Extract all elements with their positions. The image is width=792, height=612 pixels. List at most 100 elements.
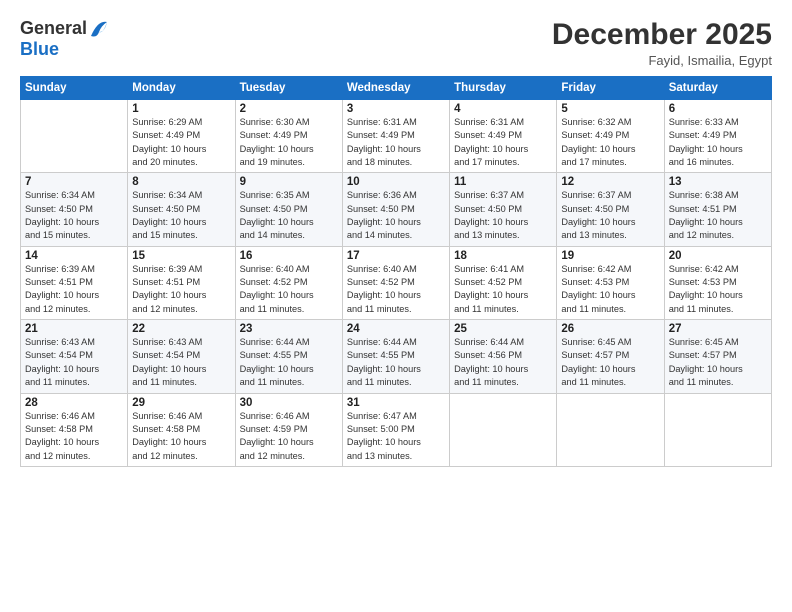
- day-number: 13: [669, 176, 767, 188]
- day-number: 20: [669, 250, 767, 262]
- day-info: Sunrise: 6:31 AM Sunset: 4:49 PM Dayligh…: [347, 116, 445, 169]
- day-info: Sunrise: 6:46 AM Sunset: 4:58 PM Dayligh…: [132, 410, 230, 463]
- day-info: Sunrise: 6:30 AM Sunset: 4:49 PM Dayligh…: [240, 116, 338, 169]
- table-cell: 6Sunrise: 6:33 AM Sunset: 4:49 PM Daylig…: [664, 100, 771, 173]
- day-number: 8: [132, 176, 230, 188]
- day-number: 3: [347, 103, 445, 115]
- day-info: Sunrise: 6:46 AM Sunset: 4:58 PM Dayligh…: [25, 410, 123, 463]
- day-number: 19: [561, 250, 659, 262]
- table-cell: 19Sunrise: 6:42 AM Sunset: 4:53 PM Dayli…: [557, 246, 664, 319]
- table-cell: 17Sunrise: 6:40 AM Sunset: 4:52 PM Dayli…: [342, 246, 449, 319]
- day-number: 26: [561, 323, 659, 335]
- col-tuesday: Tuesday: [235, 77, 342, 100]
- table-cell: 8Sunrise: 6:34 AM Sunset: 4:50 PM Daylig…: [128, 173, 235, 246]
- day-info: Sunrise: 6:47 AM Sunset: 5:00 PM Dayligh…: [347, 410, 445, 463]
- day-info: Sunrise: 6:45 AM Sunset: 4:57 PM Dayligh…: [561, 336, 659, 389]
- week-row-2: 7Sunrise: 6:34 AM Sunset: 4:50 PM Daylig…: [21, 173, 772, 246]
- day-number: 4: [454, 103, 552, 115]
- table-cell: 25Sunrise: 6:44 AM Sunset: 4:56 PM Dayli…: [450, 320, 557, 393]
- day-info: Sunrise: 6:43 AM Sunset: 4:54 PM Dayligh…: [132, 336, 230, 389]
- day-info: Sunrise: 6:37 AM Sunset: 4:50 PM Dayligh…: [454, 189, 552, 242]
- day-info: Sunrise: 6:34 AM Sunset: 4:50 PM Dayligh…: [132, 189, 230, 242]
- day-number: 30: [240, 397, 338, 409]
- table-cell: 2Sunrise: 6:30 AM Sunset: 4:49 PM Daylig…: [235, 100, 342, 173]
- day-info: Sunrise: 6:44 AM Sunset: 4:56 PM Dayligh…: [454, 336, 552, 389]
- day-number: 9: [240, 176, 338, 188]
- day-number: 18: [454, 250, 552, 262]
- day-number: 10: [347, 176, 445, 188]
- day-info: Sunrise: 6:36 AM Sunset: 4:50 PM Dayligh…: [347, 189, 445, 242]
- col-saturday: Saturday: [664, 77, 771, 100]
- day-number: 23: [240, 323, 338, 335]
- table-cell: 29Sunrise: 6:46 AM Sunset: 4:58 PM Dayli…: [128, 393, 235, 466]
- day-number: 31: [347, 397, 445, 409]
- day-info: Sunrise: 6:44 AM Sunset: 4:55 PM Dayligh…: [347, 336, 445, 389]
- logo: General Blue: [20, 18, 107, 60]
- day-info: Sunrise: 6:43 AM Sunset: 4:54 PM Dayligh…: [25, 336, 123, 389]
- col-monday: Monday: [128, 77, 235, 100]
- week-row-4: 21Sunrise: 6:43 AM Sunset: 4:54 PM Dayli…: [21, 320, 772, 393]
- day-info: Sunrise: 6:31 AM Sunset: 4:49 PM Dayligh…: [454, 116, 552, 169]
- table-cell: 26Sunrise: 6:45 AM Sunset: 4:57 PM Dayli…: [557, 320, 664, 393]
- month-title: December 2025: [552, 18, 772, 51]
- title-block: December 2025 Fayid, Ismailia, Egypt: [552, 18, 772, 68]
- table-cell: 10Sunrise: 6:36 AM Sunset: 4:50 PM Dayli…: [342, 173, 449, 246]
- day-info: Sunrise: 6:44 AM Sunset: 4:55 PM Dayligh…: [240, 336, 338, 389]
- week-row-5: 28Sunrise: 6:46 AM Sunset: 4:58 PM Dayli…: [21, 393, 772, 466]
- day-info: Sunrise: 6:41 AM Sunset: 4:52 PM Dayligh…: [454, 263, 552, 316]
- day-number: 28: [25, 397, 123, 409]
- day-number: 25: [454, 323, 552, 335]
- table-cell: [21, 100, 128, 173]
- table-cell: 15Sunrise: 6:39 AM Sunset: 4:51 PM Dayli…: [128, 246, 235, 319]
- table-cell: 31Sunrise: 6:47 AM Sunset: 5:00 PM Dayli…: [342, 393, 449, 466]
- day-number: 15: [132, 250, 230, 262]
- table-cell: 11Sunrise: 6:37 AM Sunset: 4:50 PM Dayli…: [450, 173, 557, 246]
- weekday-header-row: Sunday Monday Tuesday Wednesday Thursday…: [21, 77, 772, 100]
- table-cell: 9Sunrise: 6:35 AM Sunset: 4:50 PM Daylig…: [235, 173, 342, 246]
- logo-blue: Blue: [20, 40, 107, 60]
- table-cell: 5Sunrise: 6:32 AM Sunset: 4:49 PM Daylig…: [557, 100, 664, 173]
- day-number: 16: [240, 250, 338, 262]
- table-cell: 16Sunrise: 6:40 AM Sunset: 4:52 PM Dayli…: [235, 246, 342, 319]
- table-cell: 20Sunrise: 6:42 AM Sunset: 4:53 PM Dayli…: [664, 246, 771, 319]
- day-number: 21: [25, 323, 123, 335]
- table-cell: 24Sunrise: 6:44 AM Sunset: 4:55 PM Dayli…: [342, 320, 449, 393]
- day-number: 1: [132, 103, 230, 115]
- day-info: Sunrise: 6:39 AM Sunset: 4:51 PM Dayligh…: [132, 263, 230, 316]
- table-cell: 18Sunrise: 6:41 AM Sunset: 4:52 PM Dayli…: [450, 246, 557, 319]
- day-info: Sunrise: 6:46 AM Sunset: 4:59 PM Dayligh…: [240, 410, 338, 463]
- day-info: Sunrise: 6:42 AM Sunset: 4:53 PM Dayligh…: [669, 263, 767, 316]
- header: General Blue December 2025 Fayid, Ismail…: [20, 18, 772, 68]
- week-row-3: 14 Sunrise: 6:39 AM Sunset: 4:51 PM Dayli…: [21, 246, 772, 319]
- day-number: 14: [25, 250, 123, 262]
- day-number: 12: [561, 176, 659, 188]
- day-info: Sunrise: 6:37 AM Sunset: 4:50 PM Dayligh…: [561, 189, 659, 242]
- day-info: Sunrise: 6:32 AM Sunset: 4:49 PM Dayligh…: [561, 116, 659, 169]
- day-number: 11: [454, 176, 552, 188]
- calendar: Sunday Monday Tuesday Wednesday Thursday…: [20, 76, 772, 467]
- day-info: Sunrise: 6:34 AM Sunset: 4:50 PM Dayligh…: [25, 189, 123, 242]
- col-friday: Friday: [557, 77, 664, 100]
- day-info: Sunrise: 6:40 AM Sunset: 4:52 PM Dayligh…: [347, 263, 445, 316]
- col-wednesday: Wednesday: [342, 77, 449, 100]
- logo-bird-icon: [89, 18, 107, 40]
- day-info: Sunrise: 6:38 AM Sunset: 4:51 PM Dayligh…: [669, 189, 767, 242]
- day-info: Sunrise: 6:42 AM Sunset: 4:53 PM Dayligh…: [561, 263, 659, 316]
- table-cell: 28Sunrise: 6:46 AM Sunset: 4:58 PM Dayli…: [21, 393, 128, 466]
- table-cell: 30Sunrise: 6:46 AM Sunset: 4:59 PM Dayli…: [235, 393, 342, 466]
- day-number: 7: [25, 176, 123, 188]
- table-cell: 7Sunrise: 6:34 AM Sunset: 4:50 PM Daylig…: [21, 173, 128, 246]
- table-cell: 3Sunrise: 6:31 AM Sunset: 4:49 PM Daylig…: [342, 100, 449, 173]
- day-info: Sunrise: 6:29 AM Sunset: 4:49 PM Dayligh…: [132, 116, 230, 169]
- table-cell: 12Sunrise: 6:37 AM Sunset: 4:50 PM Dayli…: [557, 173, 664, 246]
- day-number: 22: [132, 323, 230, 335]
- table-cell: 1Sunrise: 6:29 AM Sunset: 4:49 PM Daylig…: [128, 100, 235, 173]
- location: Fayid, Ismailia, Egypt: [552, 53, 772, 68]
- day-number: 6: [669, 103, 767, 115]
- day-number: 29: [132, 397, 230, 409]
- day-number: 5: [561, 103, 659, 115]
- day-info: Sunrise: 6:35 AM Sunset: 4:50 PM Dayligh…: [240, 189, 338, 242]
- logo-general: General: [20, 19, 87, 39]
- table-cell: [664, 393, 771, 466]
- day-number: 27: [669, 323, 767, 335]
